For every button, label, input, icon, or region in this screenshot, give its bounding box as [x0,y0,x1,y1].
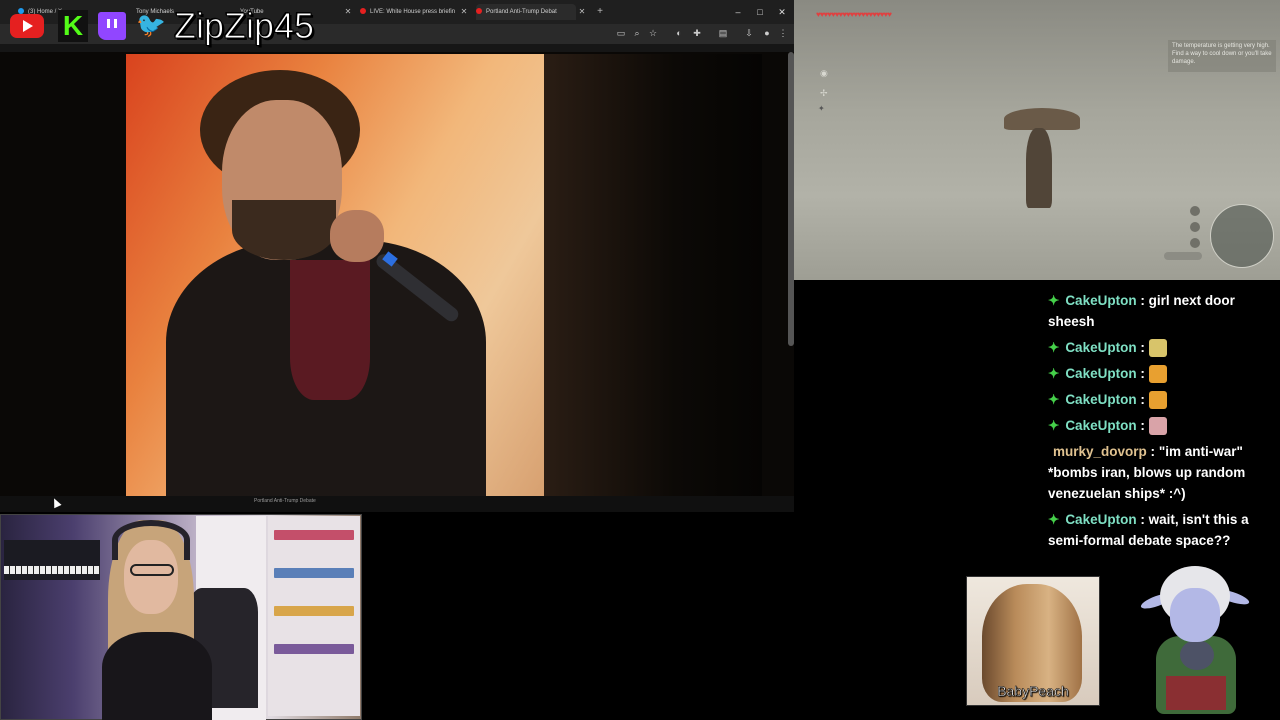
minimize-button[interactable]: – [728,4,748,20]
health-hearts: ♥♥♥♥♥♥♥♥♥♥♥♥♥♥♥♥♥♥♥♥ [816,10,892,19]
gem-icon: ✦ [1048,293,1060,308]
chat-username: CakeUpton [1065,293,1137,308]
profile-icon[interactable]: ● [760,26,774,40]
headset-icon [112,520,190,560]
elf-avatar-face [1170,588,1220,642]
minimap [1210,204,1274,268]
new-tab-button[interactable]: + [594,4,606,20]
player-character [1026,128,1052,208]
maximize-button[interactable]: □ [750,4,770,20]
chat-message: ✦ CakeUpton : [1048,389,1272,410]
book [274,644,354,654]
video-timeline[interactable] [0,496,794,512]
elf-avatar-belt [1166,676,1226,710]
chat-message: murky_dovorp : "im anti-war" *bombs iran… [1048,444,1246,501]
gem-icon: ✦ [1048,512,1060,527]
chat-username: CakeUpton [1065,392,1137,407]
gem-icon: ✦ [1048,418,1060,433]
gem-icon: ✦ [1048,392,1060,407]
fire-emote-icon [1148,365,1167,384]
tab-portland-debate[interactable]: Portland Anti-Trump Debat [476,4,576,20]
fire-emote-icon [1148,391,1167,410]
sensor-dot [1190,222,1200,232]
chat-username: CakeUpton [1065,340,1137,355]
sensor-dot [1190,238,1200,248]
live-icon [360,8,366,15]
timeline-title: Portland Anti-Trump Debate [254,498,316,504]
book [274,530,354,540]
gem-icon: ✦ [1048,340,1060,355]
chat-message: ✦ CakeUpton : wait, isn't this a semi-for… [1048,512,1249,548]
elf-avatar-cat [1180,640,1214,670]
sheikah-icon: ◉ [820,68,828,78]
stamina-bar [1164,252,1202,260]
close-window-button[interactable]: ✕ [772,4,792,20]
tab-white-house-briefing[interactable]: LIVE: White House press briefin [360,4,456,20]
book [274,568,354,578]
speaker-shirt [290,260,370,400]
close-tab-icon[interactable]: ✕ [460,4,468,20]
menu-icon[interactable]: ⋮ [776,26,790,40]
sensor-dot [1190,206,1200,216]
bookshelf [268,516,360,716]
chat-message: ✦ CakeUpton : [1048,363,1272,384]
kick-icon: K [58,10,88,42]
speaker-hand [330,210,384,262]
zoom-icon[interactable]: ⌕ [630,26,644,40]
chat-username: CakeUpton [1065,366,1137,381]
chat-username: murky_dovorp [1053,444,1147,459]
temperature-warning: The temperature is getting very high. Fi… [1168,40,1276,72]
extension-icon[interactable]: ◐ [672,26,686,40]
download-icon[interactable]: ⇩ [742,26,756,40]
video-dark-area [544,54,762,496]
close-tab-icon[interactable]: ✕ [344,4,352,20]
close-tab-icon[interactable]: ✕ [578,4,586,20]
puzzle-icon[interactable]: ✚ [690,26,704,40]
glasses [130,564,174,576]
chat-message: ✦ CakeUpton : girl next door sheesh [1048,293,1235,329]
sidepanel-icon[interactable]: ▤ [716,26,730,40]
piano [4,540,100,580]
streamer-handle: ZipZip45 [173,5,315,46]
chat-username: CakeUpton [1065,512,1137,527]
sensor-icon [1186,206,1204,252]
shield-icon: ✦ [818,104,825,113]
avatar-label: BabyPeach [997,683,1069,700]
youtube-icon [10,14,44,38]
chat-message: ✦ CakeUpton : [1048,415,1272,436]
chat-message: ✦ CakeUpton : [1048,337,1272,358]
cat-emote-icon [1148,417,1167,436]
twitch-icon [98,12,126,40]
gem-icon: ✦ [1048,366,1060,381]
you-tried-emote-icon [1148,339,1167,358]
youtube-tab-icon [476,8,482,15]
twitter-icon: 🐦 [136,12,166,39]
sword-icon: ✢ [820,88,828,98]
speaker-beard [232,200,336,260]
streamer-body [102,632,212,720]
bookmarks-bar [0,44,794,52]
cast-icon[interactable]: ▭ [614,26,628,40]
bookmark-star-icon[interactable]: ☆ [646,26,660,40]
paraglider [1004,108,1080,130]
chat-username: CakeUpton [1065,418,1137,433]
piano-keys [4,566,100,574]
book [274,606,354,616]
